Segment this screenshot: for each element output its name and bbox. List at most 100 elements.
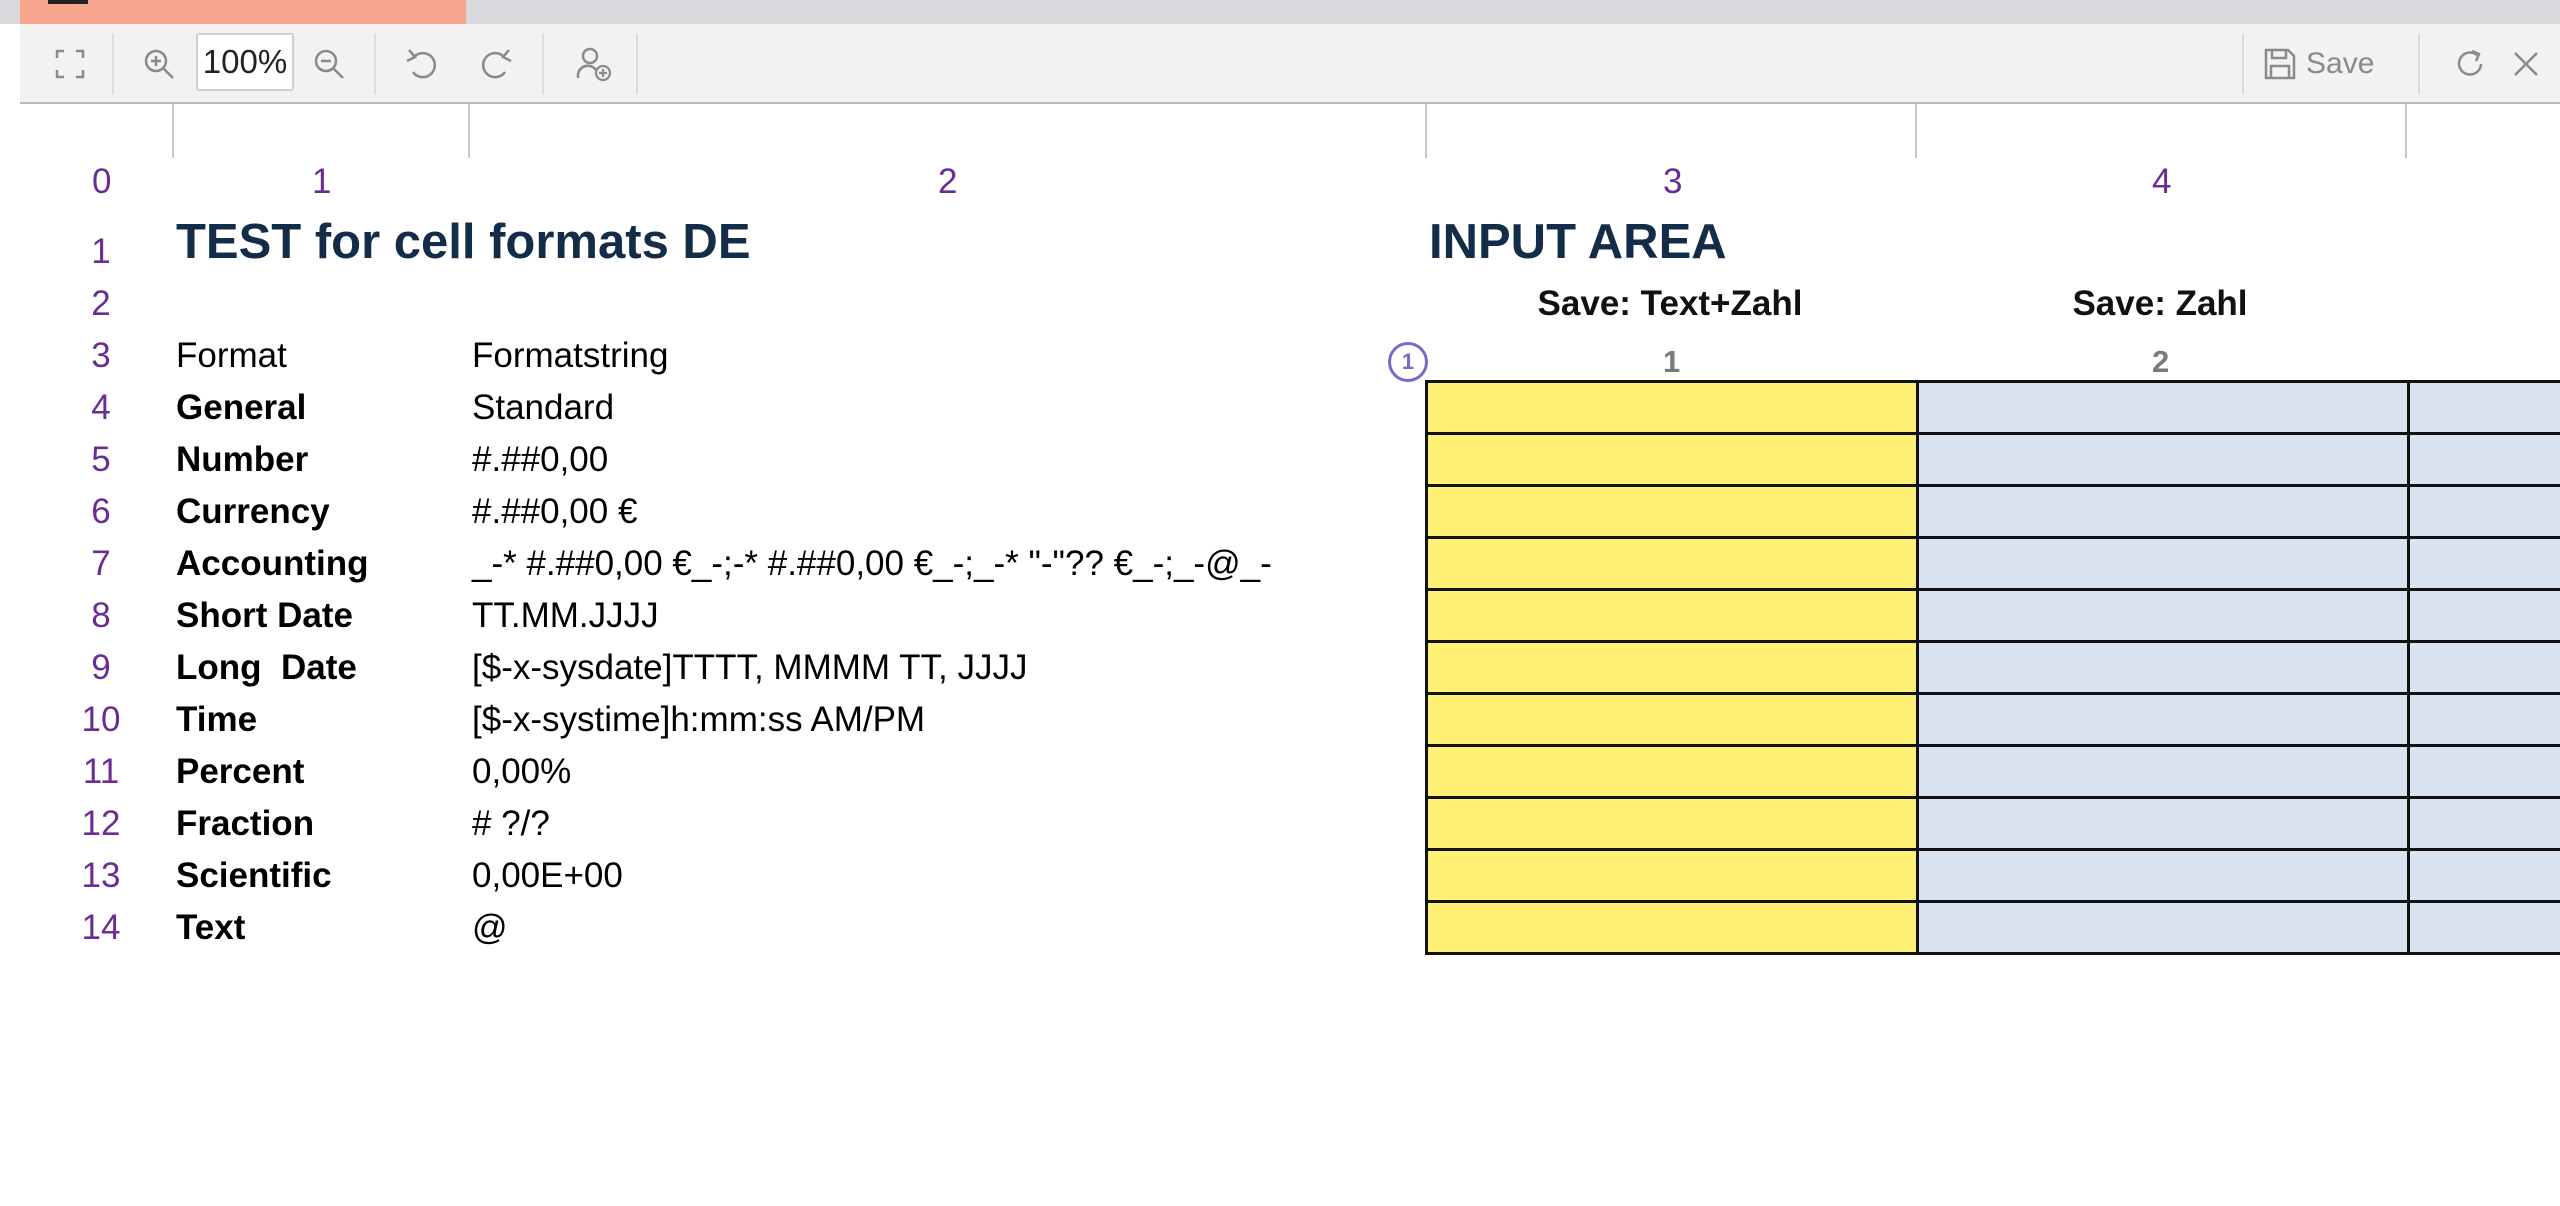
header-format[interactable]: Format xyxy=(176,336,287,376)
formatstring-cell[interactable]: [$-x-sysdate]TTTT, MMMM TT, JJJJ xyxy=(472,648,1027,688)
input-cell-text-zahl[interactable] xyxy=(1425,536,1919,591)
formatstring-cell[interactable]: #.##0,00 € xyxy=(472,492,637,532)
formatstring-cell[interactable]: # ?/? xyxy=(472,804,550,844)
spreadsheet-grid[interactable]: 0 1 2 3 4 1 2 3 4 5 6 7 8 9 10 11 12 13 … xyxy=(20,104,2560,1206)
input-cell-next[interactable] xyxy=(2407,744,2560,799)
toolbar-separator xyxy=(636,34,638,94)
input-cell-text-zahl[interactable] xyxy=(1425,484,1919,539)
format-name-cell[interactable]: Currency xyxy=(176,492,330,532)
format-name-cell[interactable]: Text xyxy=(176,908,245,948)
input-cell-next[interactable] xyxy=(2407,848,2560,903)
input-cell-text-zahl[interactable] xyxy=(1425,640,1919,695)
fullscreen-button[interactable] xyxy=(44,38,96,90)
input-cell-text-zahl[interactable] xyxy=(1425,380,1919,435)
input-cell-zahl[interactable] xyxy=(1916,744,2410,799)
row-number-1: 1 xyxy=(91,232,111,271)
input-cell-zahl[interactable] xyxy=(1916,484,2410,539)
input-cell-next[interactable] xyxy=(2407,900,2560,955)
input-cell-text-zahl[interactable] xyxy=(1425,848,1919,903)
tab-icon xyxy=(48,0,88,4)
row-number-13: 13 xyxy=(81,856,121,895)
input-cell-next[interactable] xyxy=(2407,432,2560,487)
column-header-2: 2 xyxy=(938,162,958,201)
sheet-title: TEST for cell formats DE xyxy=(176,215,751,269)
input-cell-zahl[interactable] xyxy=(1916,796,2410,851)
redo-button[interactable] xyxy=(470,38,520,90)
input-cell-text-zahl[interactable] xyxy=(1425,796,1919,851)
input-cell-next[interactable] xyxy=(2407,692,2560,747)
row-number-11: 11 xyxy=(82,752,120,791)
input-cell-next[interactable] xyxy=(2407,380,2560,435)
input-column-number: 2 xyxy=(2152,344,2170,379)
zoom-in-icon xyxy=(144,49,174,79)
input-cell-zahl[interactable] xyxy=(1916,380,2410,435)
formatstring-cell[interactable]: @ xyxy=(472,908,508,948)
formatstring-cell[interactable]: 0,00% xyxy=(472,752,571,792)
formatstring-cell[interactable]: #.##0,00 xyxy=(472,440,608,480)
column-boundary[interactable] xyxy=(468,104,470,158)
column-boundary[interactable] xyxy=(1915,104,1917,158)
column-boundary[interactable] xyxy=(172,104,174,158)
input-cell-next[interactable] xyxy=(2407,796,2560,851)
input-cell-text-zahl[interactable] xyxy=(1425,900,1919,955)
undo-button[interactable] xyxy=(398,38,448,90)
formatstring-cell[interactable]: Standard xyxy=(472,388,614,428)
toolbar-separator xyxy=(542,34,544,94)
zoom-out-button[interactable] xyxy=(304,38,354,90)
format-name-cell[interactable]: Long Date xyxy=(176,648,357,688)
input-cell-zahl[interactable] xyxy=(1916,900,2410,955)
input-cell-next[interactable] xyxy=(2407,484,2560,539)
input-cell-zahl[interactable] xyxy=(1916,848,2410,903)
redo-icon xyxy=(482,49,512,79)
row-number-4: 4 xyxy=(91,388,111,427)
save-button[interactable]: Save xyxy=(2264,38,2394,90)
formatstring-cell[interactable]: _-* #.##0,00 €_-;-* #.##0,00 €_-;_-* "-"… xyxy=(472,544,1272,584)
format-name-cell[interactable]: Accounting xyxy=(176,544,368,584)
input-cell-zahl[interactable] xyxy=(1916,692,2410,747)
row-number-14: 14 xyxy=(81,908,121,947)
column-header-0: 0 xyxy=(92,162,112,201)
input-cell-zahl[interactable] xyxy=(1916,640,2410,695)
active-sheet-tab[interactable] xyxy=(20,0,466,24)
close-button[interactable] xyxy=(2504,38,2548,90)
save-zahl-header: Save: Zahl xyxy=(2072,284,2248,323)
format-name-cell[interactable]: Percent xyxy=(176,752,304,792)
header-formatstring[interactable]: Formatstring xyxy=(472,336,668,376)
format-name-cell[interactable]: Number xyxy=(176,440,308,480)
input-cell-text-zahl[interactable] xyxy=(1425,588,1919,643)
formatstring-cell[interactable]: [$-x-systime]h:mm:ss AM/PM xyxy=(472,700,925,740)
row-number-6: 6 xyxy=(91,492,111,531)
formatstring-cell[interactable]: 0,00E+00 xyxy=(472,856,623,896)
input-cell-text-zahl[interactable] xyxy=(1425,692,1919,747)
toolbar: 100% Save xyxy=(20,24,2560,104)
format-name-cell[interactable]: General xyxy=(176,388,306,428)
format-name-cell[interactable]: Short Date xyxy=(176,596,353,636)
format-name-cell[interactable]: Scientific xyxy=(176,856,332,896)
input-cell-next[interactable] xyxy=(2407,588,2560,643)
row-number-9: 9 xyxy=(91,648,111,687)
toolbar-separator xyxy=(2242,34,2244,94)
format-name-cell[interactable]: Fraction xyxy=(176,804,314,844)
column-boundary[interactable] xyxy=(1425,104,1427,158)
input-column-number: 1 xyxy=(1663,344,1681,379)
formatstring-cell[interactable]: TT.MM.JJJJ xyxy=(472,596,659,636)
group-badge[interactable]: 1 xyxy=(1388,342,1428,382)
add-user-icon xyxy=(576,47,612,82)
input-cell-text-zahl[interactable] xyxy=(1425,432,1919,487)
row-number-10: 10 xyxy=(81,700,121,739)
column-header-4: 4 xyxy=(2152,162,2172,201)
toolbar-separator xyxy=(112,34,114,94)
input-cell-zahl[interactable] xyxy=(1916,432,2410,487)
zoom-level-input[interactable]: 100% xyxy=(196,33,294,91)
input-cell-next[interactable] xyxy=(2407,640,2560,695)
input-cell-zahl[interactable] xyxy=(1916,588,2410,643)
zoom-in-button[interactable] xyxy=(134,38,184,90)
input-cell-zahl[interactable] xyxy=(1916,536,2410,591)
format-name-cell[interactable]: Time xyxy=(176,700,257,740)
input-cell-text-zahl[interactable] xyxy=(1425,744,1919,799)
refresh-button[interactable] xyxy=(2448,38,2492,90)
column-boundary[interactable] xyxy=(2405,104,2407,158)
row-number-12: 12 xyxy=(81,804,121,843)
add-user-button[interactable] xyxy=(568,38,620,90)
input-cell-next[interactable] xyxy=(2407,536,2560,591)
